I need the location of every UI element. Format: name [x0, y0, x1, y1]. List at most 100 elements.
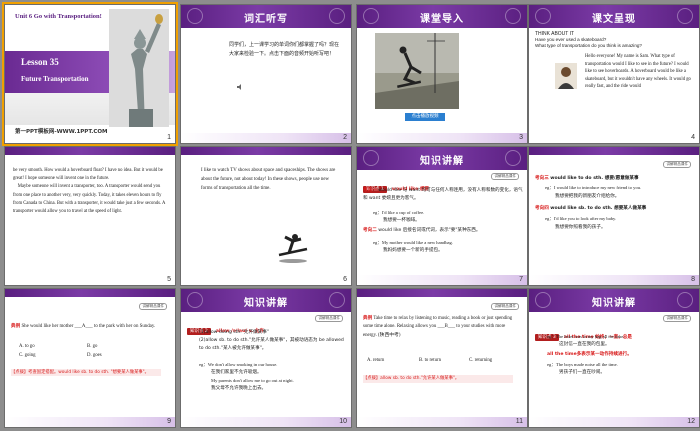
direction-1-text: would like 与 want 均可与任何人称连用，没有人称和数的变化，语气… [363, 188, 523, 201]
question-2: What type of transportation do you think… [535, 43, 642, 48]
slide-thumbnail-6[interactable]: I like to watch TV shows about space and… [180, 146, 352, 286]
example-1: eg：We don't allow smoking in our house. [199, 362, 278, 367]
slide-number: 7 [519, 276, 523, 283]
example-text: She would like her mother ___A___ to the… [21, 324, 156, 329]
slide-number: 6 [343, 276, 347, 283]
usage-1: (1)allow doing sth."允许做某事" [199, 330, 269, 335]
slide-number: 4 [691, 134, 695, 141]
slide-number: 11 [515, 418, 523, 425]
slide-header [181, 147, 351, 155]
slide-footer [181, 133, 351, 143]
direction-4-text: would like sb. to do sth. 想要某人做某事 [550, 206, 647, 211]
direction-3: 考向三 would like to do sth. 想要/愿意做某事 [535, 175, 695, 183]
example-1-translation: 我想要一杯咖啡。 [383, 218, 420, 223]
slide-header: 词汇听写 [181, 5, 351, 28]
slide-thumbnail-9[interactable]: 讲解精品课件 典例 She would like her mother ___A… [4, 288, 176, 428]
slide-header: 课堂导入 [357, 5, 527, 28]
tag-label: 讲解精品课件 [315, 315, 343, 322]
passage-text: be very smooth. How would a hoverboard f… [13, 168, 166, 215]
tag-label: 讲解精品课件 [663, 315, 691, 322]
slide-title: 词汇听写 [244, 14, 288, 25]
slide-thumbnail-11[interactable]: 讲解精品课件 典例 Take time to relax by listenin… [356, 288, 528, 428]
example-label: 典例 [363, 316, 373, 321]
option-b: B. to return [419, 358, 441, 363]
slide-header: 课文呈现 [529, 5, 699, 28]
audio-speaker-icon[interactable] [237, 75, 244, 90]
slide-thumbnail-2[interactable]: 词汇听写 同学们，上一课学习的单词你们都掌握了吗？现在大家来检验一下。点击下面的… [180, 4, 352, 144]
direction-3-text: would like to do sth. 想要/愿意做某事 [550, 176, 639, 181]
example-text: Take time to relax by listening to music… [363, 316, 513, 338]
option-d: D. goes [87, 353, 102, 358]
hoverboard-rider-image [278, 234, 308, 263]
direction-4-label: 考向四 [535, 206, 549, 211]
slide-thumbnail-8[interactable]: 讲解精品课件 考向三 would like to do sth. 想要/愿意做某… [528, 146, 700, 286]
hint-box: 【点拨】考查固定搭配。would like sb. to do sth. "想要… [11, 369, 161, 376]
slide-header [5, 147, 175, 155]
hint-box: 【点拨】allow sb. to do sth."允许某人做某事"。 [363, 375, 513, 383]
slide-title: 知识讲解 [592, 298, 636, 309]
slide-footer [529, 275, 699, 285]
slide-thumbnail-12[interactable]: 知识讲解 讲解精品课件 知识点 3 all the time 始终；一直；总是 … [528, 288, 700, 428]
slide-header: 知识讲解 [357, 147, 527, 170]
option-c: C. returning [469, 358, 493, 363]
passage-text: Hello everyone! My name is Sam. What typ… [585, 54, 691, 90]
slide-footer [181, 417, 351, 427]
slide-footer [357, 133, 527, 143]
site-footer: 第一PPT模板网-WWW.1PPT.COM [15, 129, 108, 135]
statue-of-liberty-image [109, 9, 169, 127]
slide-thumbnail-1[interactable]: Unit 6 Go with Transportation! Lesson 35… [2, 2, 178, 146]
slide-header: 知识讲解 [529, 289, 699, 312]
slide-title: 课文呈现 [592, 14, 636, 25]
lesson-title: Lesson 35 [21, 57, 59, 67]
slide-number: 9 [167, 418, 171, 425]
example-question: 典例 She would like her mother ___A___ to … [11, 323, 161, 331]
slide-number: 3 [519, 134, 523, 141]
direction-4: 考向四 would like sb. to do sth. 想要某人做某事 [535, 205, 695, 213]
slide-thumbnail-7[interactable]: 知识讲解 讲解精品课件 知识点 1 would like 想要 考向一 woul… [356, 146, 528, 286]
option-b: B. go [87, 344, 98, 349]
slide-title: 知识讲解 [244, 298, 288, 309]
direction-1: 考向一 would like 与 want 均可与任何人称连用，没有人称和数的变… [363, 187, 523, 203]
slide-thumbnail-4[interactable]: 课文呈现 THINK ABOUT IT Have you ever used a… [528, 4, 700, 144]
slide-number: 8 [691, 276, 695, 283]
example-3: eg：I would like to introduce my new frie… [545, 185, 642, 190]
sam-photo [555, 63, 577, 89]
slide-number: 10 [339, 418, 347, 425]
example-1-translation: 在我们家里不允许吸烟。 [211, 370, 262, 375]
example-2: eg：The boys made noise all the time. [547, 362, 618, 367]
slide-thumbnail-10[interactable]: 知识讲解 讲解精品课件 知识点 2 allow /əˈlaʊ/ v. 允许 (1… [180, 288, 352, 428]
option-a: A. return [367, 358, 385, 363]
example-2: eg：My mother would like a new handbag. [373, 240, 453, 245]
slide-thumbnail-5[interactable]: be very smooth. How would a hoverboard f… [4, 146, 176, 286]
play-video-button[interactable]: 点击播放视频 [405, 113, 445, 121]
tag-label: 讲解精品课件 [491, 173, 519, 180]
direction-2-label: 考向二 [363, 228, 377, 233]
example-2-translation: 男孩子们一直在吵闹。 [559, 370, 605, 375]
direction-3-label: 考向三 [535, 176, 549, 181]
slide-header: 知识讲解 [181, 289, 351, 312]
slide-thumbnail-3[interactable]: 课堂导入 点击播放视频 3 [356, 4, 528, 144]
slide-header [529, 147, 699, 155]
direction-2: 考向二 would like 后接名词或代词，表示"要"某种东西。 [363, 227, 523, 235]
instruction-text: 同学们，上一课学习的单词你们都掌握了吗？现在大家来检验一下。点击下面的音频开始听… [229, 42, 340, 57]
example-question: 典例 Take time to relax by listening to mu… [363, 315, 517, 340]
slide-number: 2 [343, 134, 347, 141]
tag-label: 讲解精品课件 [663, 161, 691, 168]
slide-header [5, 289, 175, 297]
usage-note: all the time多表示某一动作持续进行。 [547, 352, 632, 357]
example-2: My parents don't allow me to go out at n… [211, 378, 294, 383]
slide-footer [5, 417, 175, 427]
slide-header [357, 289, 527, 297]
skateboarder-video-image[interactable] [375, 33, 459, 109]
example-1: eg：I'd like a cup of coffee. [373, 210, 425, 215]
slide-number: 1 [167, 134, 171, 141]
option-c: C. going [19, 353, 36, 358]
usage-2: (2)allow sb. to do sth."允许某人做某事"，其被动语态为 … [199, 338, 344, 351]
option-a: A. to go [19, 344, 35, 349]
unit-title: Unit 6 Go with Transportation! [15, 13, 102, 20]
slide-number: 5 [167, 276, 171, 283]
slide-title: 知识讲解 [420, 156, 464, 167]
slide-footer [357, 275, 527, 285]
example-3-translation: 我想要把我的新朋友介绍给你。 [555, 194, 620, 199]
slide-sorter-grid: Unit 6 Go with Transportation! Lesson 35… [0, 0, 700, 431]
